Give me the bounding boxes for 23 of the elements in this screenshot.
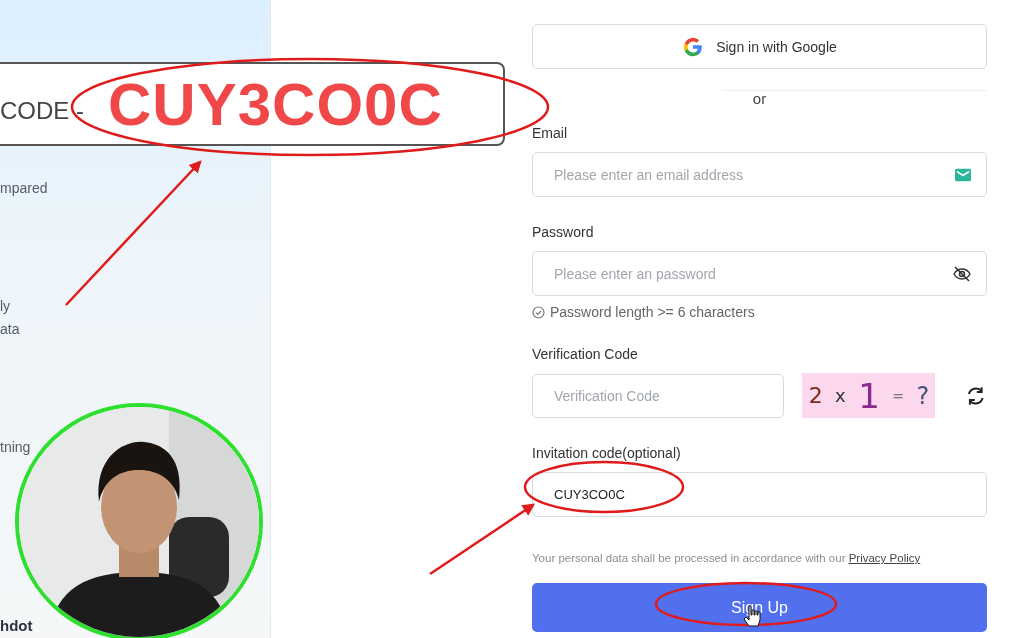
field-label: Email [532,124,568,142]
privacy-policy-link[interactable]: Privacy Policy [848,552,921,564]
google-sign-in-button[interactable]: Sign in with Google [532,24,987,69]
field-label: Password [532,223,595,241]
eye-off-icon[interactable] [953,265,971,282]
password-hint: Password length >= 6 characters [550,304,755,320]
check-circle-icon [532,305,545,319]
privacy-notice: Your personal data shall be processed in accordance with our Privacy Policy [532,551,922,566]
field-label: Invitation code(optional) [532,444,682,462]
captcha-image: 2 x 1 = ? [802,373,936,418]
password-field[interactable]: Please enter an password [532,251,987,296]
verification-code-field[interactable]: Verification Code [532,373,785,418]
divider-text: or [752,89,767,107]
panel-text: ata [0,321,20,337]
email-field[interactable]: Please enter an email address [532,152,987,197]
panel-text: tning [0,439,31,455]
code-banner: CODE - CUY3CO0C [0,62,505,146]
panel-text: ly [0,298,11,314]
brand-text: hdot [0,617,33,634]
field-label: Verification Code [532,345,639,363]
invitation-code-field[interactable]: CUY3CO0C [532,472,987,517]
panel-text: mpared [0,180,48,196]
google-icon [682,35,705,58]
